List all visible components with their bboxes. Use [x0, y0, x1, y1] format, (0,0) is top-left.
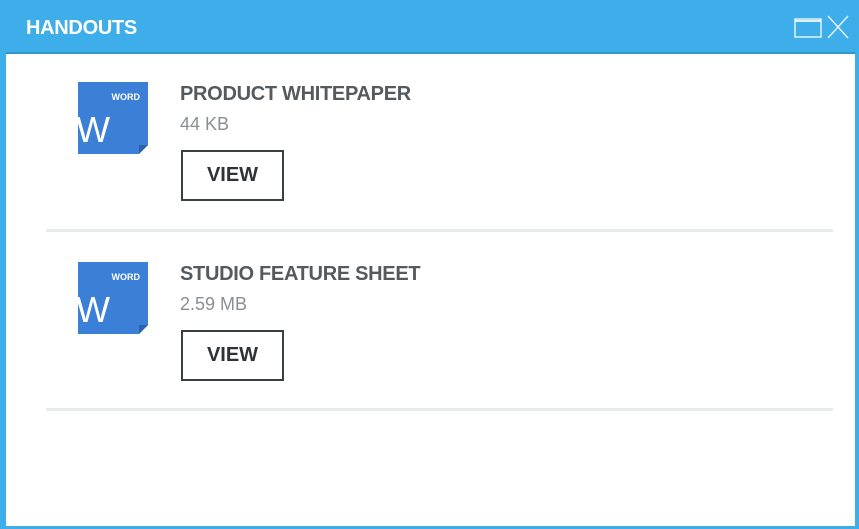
- close-icon[interactable]: [823, 14, 853, 40]
- word-document-icon: WORD W: [76, 262, 148, 334]
- panel-titlebar: HANDOUTS: [6, 0, 855, 54]
- handout-item: WORD W STUDIO FEATURE SHEET 2.59 MB VIEW: [6, 246, 855, 406]
- word-icon-label: WORD: [112, 272, 141, 282]
- panel-title: HANDOUTS: [26, 17, 137, 39]
- view-button[interactable]: VIEW: [181, 150, 284, 201]
- view-button[interactable]: VIEW: [181, 330, 284, 381]
- handout-item: WORD W PRODUCT WHITEPAPER 44 KB VIEW: [6, 66, 855, 226]
- handout-size: 2.59 MB: [180, 294, 248, 314]
- divider: [46, 408, 833, 411]
- word-icon-letter: W: [78, 289, 110, 330]
- maximize-icon[interactable]: [793, 14, 823, 40]
- handout-name: PRODUCT WHITEPAPER: [180, 83, 411, 105]
- word-document-icon: WORD W: [76, 82, 148, 154]
- divider: [46, 229, 833, 232]
- handout-size: 44 KB: [180, 114, 230, 134]
- word-icon-label: WORD: [112, 92, 141, 102]
- handout-name: STUDIO FEATURE SHEET: [180, 263, 421, 285]
- handouts-panel: HANDOUTS WORD W PRODUCT WHITEPAPER 44 KB: [0, 0, 859, 529]
- word-icon-letter: W: [78, 109, 110, 150]
